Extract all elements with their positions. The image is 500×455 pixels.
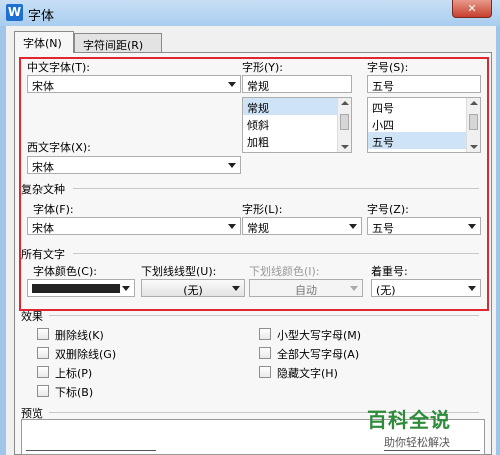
superscript-checkbox[interactable] <box>37 366 49 378</box>
group-divider <box>73 253 479 254</box>
chinese-font-label: 中文字体(T): <box>27 61 91 74</box>
complex-font-label: 字体(F): <box>33 203 74 216</box>
complex-font-combo[interactable]: 宋体 <box>27 217 241 235</box>
all-caps-label: 全部大写字母(A) <box>277 348 360 361</box>
style-option[interactable]: 常规 <box>243 98 351 115</box>
font-dialog: 字体(N) 字符间距(R) 中文字体(T): 宋体 字形(Y): 常规 常规 倾… <box>6 26 496 455</box>
chevron-down-icon <box>228 163 236 168</box>
small-caps-checkbox[interactable] <box>259 328 271 340</box>
complex-size-combo[interactable]: 五号 <box>367 217 481 235</box>
emphasis-mark-label: 着重号: <box>371 265 408 278</box>
chinese-font-combo[interactable]: 宋体 <box>27 75 241 93</box>
size-scrollbar[interactable] <box>466 98 480 152</box>
watermark-tagline: 助你轻松解决 <box>384 436 450 449</box>
scroll-down-icon[interactable] <box>341 145 349 149</box>
size-label: 字号(S): <box>367 61 409 74</box>
emphasis-mark-combo[interactable]: (无) <box>371 279 481 297</box>
style-option[interactable]: 倾斜 <box>243 115 351 132</box>
underline-style-combo[interactable]: (无) <box>141 279 245 297</box>
double-strikethrough-checkbox[interactable] <box>37 347 49 359</box>
font-color-picker[interactable] <box>27 279 135 297</box>
chevron-down-icon <box>350 286 358 291</box>
scroll-thumb[interactable] <box>469 114 478 130</box>
superscript-label: 上标(P) <box>55 367 93 380</box>
font-color-label: 字体颜色(C): <box>33 265 97 278</box>
size-option[interactable]: 四号 <box>368 98 480 115</box>
underline-style-value: (无) <box>183 284 203 297</box>
style-label: 字形(Y): <box>242 61 284 74</box>
group-divider <box>49 315 479 316</box>
size-option[interactable]: 五号 <box>368 132 480 149</box>
scroll-up-icon[interactable] <box>341 101 349 105</box>
preview-baseline <box>384 450 480 451</box>
underline-color-combo: 自动 <box>249 279 363 297</box>
western-font-combo[interactable]: 宋体 <box>27 156 241 174</box>
double-strikethrough-label: 双删除线(G) <box>55 348 117 361</box>
chevron-down-icon <box>232 286 240 291</box>
underline-color-label: 下划线颜色(I): <box>249 265 320 278</box>
complex-style-combo[interactable]: 常规 <box>242 217 362 235</box>
scroll-up-icon[interactable] <box>470 101 478 105</box>
scroll-thumb[interactable] <box>340 114 349 130</box>
strikethrough-label: 删除线(K) <box>55 329 104 342</box>
size-input[interactable]: 五号 <box>367 75 481 93</box>
preview-baseline <box>26 450 156 451</box>
western-font-label: 西文字体(X): <box>27 141 91 154</box>
complex-size-value: 五号 <box>372 222 394 235</box>
style-listbox[interactable]: 常规 倾斜 加粗 <box>242 97 352 153</box>
complex-size-label: 字号(Z): <box>367 203 409 216</box>
all-caps-checkbox[interactable] <box>259 347 271 359</box>
underline-style-label: 下划线线型(U): <box>141 265 217 278</box>
complex-style-value: 常规 <box>247 222 269 235</box>
complex-script-heading: 复杂文种 <box>21 183 65 196</box>
complex-font-value: 宋体 <box>32 222 54 235</box>
close-button[interactable]: ✕ <box>452 0 492 18</box>
title-bar: W 字体 ✕ <box>0 0 500 26</box>
tab-character-spacing[interactable]: 字符间距(R) <box>74 33 162 53</box>
color-swatch <box>32 284 120 293</box>
style-option[interactable]: 加粗 <box>243 132 351 149</box>
hidden-text-checkbox[interactable] <box>259 366 271 378</box>
chevron-down-icon <box>228 82 236 87</box>
font-tab-panel: 中文字体(T): 宋体 字形(Y): 常规 常规 倾斜 加粗 字号(S): 五号… <box>14 52 492 455</box>
watermark-brand: 百科全说 <box>367 408 451 432</box>
strikethrough-checkbox[interactable] <box>37 328 49 340</box>
complex-style-label: 字形(L): <box>242 203 283 216</box>
tab-font[interactable]: 字体(N) <box>14 31 74 53</box>
small-caps-label: 小型大写字母(M) <box>277 329 362 342</box>
group-divider <box>73 188 479 189</box>
size-option[interactable]: 小四 <box>368 115 480 132</box>
chevron-down-icon <box>228 224 236 229</box>
subscript-checkbox[interactable] <box>37 385 49 397</box>
subscript-label: 下标(B) <box>55 386 94 399</box>
all-text-heading: 所有文字 <box>21 248 65 261</box>
effects-heading: 效果 <box>21 310 43 323</box>
wps-app-icon: W <box>6 4 23 21</box>
style-scrollbar[interactable] <box>337 98 351 152</box>
emphasis-mark-value: (无) <box>376 284 396 297</box>
chevron-down-icon <box>468 286 476 291</box>
chevron-down-icon <box>468 224 476 229</box>
underline-color-value: 自动 <box>295 284 317 297</box>
size-listbox[interactable]: 四号 小四 五号 <box>367 97 481 153</box>
style-input[interactable]: 常规 <box>242 75 352 93</box>
hidden-text-label: 隐藏文字(H) <box>277 367 338 380</box>
window-title: 字体 <box>28 9 55 24</box>
western-font-value: 宋体 <box>32 161 54 174</box>
chinese-font-value: 宋体 <box>32 80 54 93</box>
chevron-down-icon <box>349 224 357 229</box>
scroll-down-icon[interactable] <box>470 145 478 149</box>
chevron-down-icon <box>122 286 130 291</box>
